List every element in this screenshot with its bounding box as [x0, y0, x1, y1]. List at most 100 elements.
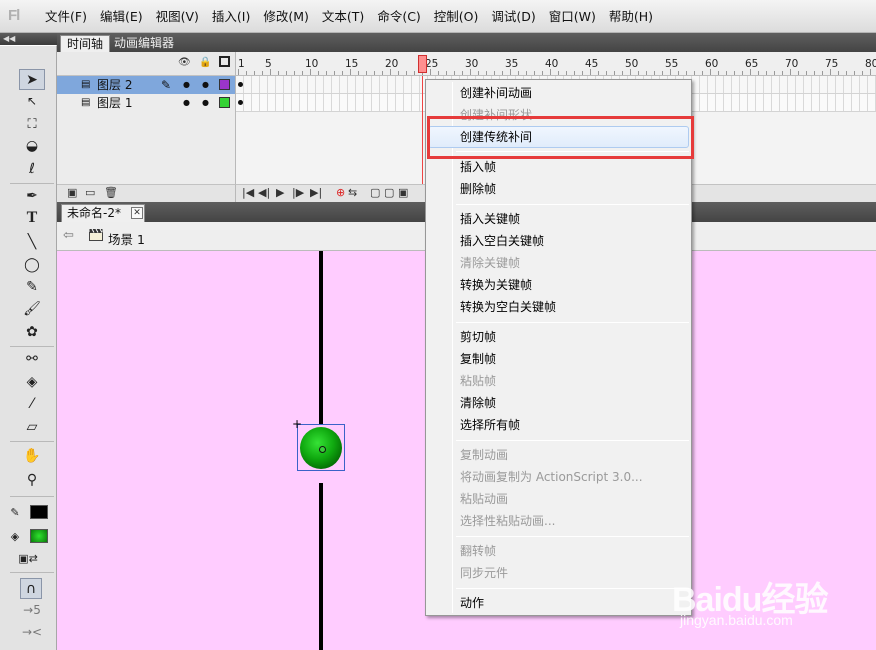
menu-view[interactable]: 视图(V) [151, 7, 205, 27]
new-folder-icon[interactable]: ▭ [85, 186, 95, 199]
lock-dot[interactable]: ● [202, 94, 209, 112]
scene-label[interactable]: 场景 1 [108, 229, 145, 248]
menu-debug[interactable]: 调试(D) [486, 7, 541, 27]
menu-copy-motion[interactable]: 复制动画 [428, 444, 689, 466]
paint-bucket-icon[interactable]: ◈ [19, 372, 45, 393]
lock-icon[interactable]: 🔒 [199, 57, 211, 68]
menu-synchronize-symbols[interactable]: 同步元件 [428, 562, 689, 584]
layer-color-swatch[interactable] [219, 97, 230, 108]
menu-edit[interactable]: 编辑(E) [95, 7, 149, 27]
menu-file[interactable]: 文件(F) [40, 7, 93, 27]
keyframe[interactable] [238, 100, 243, 105]
bone-tool-icon[interactable]: ⚯ [19, 349, 45, 370]
straighten-icon[interactable]: →< [19, 622, 45, 643]
onion-skin-icon[interactable]: ▢ [370, 186, 380, 199]
menu-separator [456, 440, 689, 441]
eraser-icon[interactable]: ▱ [19, 417, 45, 438]
menu-select-all-frames[interactable]: 选择所有帧 [428, 414, 689, 436]
menu-commands[interactable]: 命令(C) [372, 7, 426, 27]
text-tool-icon[interactable]: T [19, 209, 45, 230]
menu-convert-to-keyframes[interactable]: 转换为关键帧 [428, 274, 689, 296]
menu-text[interactable]: 文本(T) [317, 7, 370, 27]
eyedropper-icon[interactable]: ⁄ [19, 394, 45, 415]
green-ball[interactable] [300, 427, 342, 469]
brush-tool-icon[interactable]: 🖌 [19, 299, 45, 320]
menu-convert-to-blank-keyframes[interactable]: 转换为空白关键帧 [428, 296, 689, 318]
prev-frame-icon[interactable]: ◀| [258, 186, 270, 199]
menu-modify[interactable]: 修改(M) [258, 7, 315, 27]
lasso-tool-icon[interactable]: ℓ [19, 159, 45, 180]
menu-items: 文件(F) 编辑(E) 视图(V) 插入(I) 修改(M) 文本(T) 命令(C… [40, 0, 661, 33]
subselection-tool-icon[interactable]: ↖ [19, 91, 45, 112]
outline-icon[interactable] [219, 56, 230, 67]
menu-insert-frame[interactable]: 插入帧 [428, 156, 689, 178]
play-icon[interactable]: ▶ [276, 186, 284, 199]
menu-paste-motion[interactable]: 粘贴动画 [428, 488, 689, 510]
swap-colors-icon[interactable]: ▣⇄ [10, 548, 46, 569]
layer-color-swatch[interactable] [219, 79, 230, 90]
line-tool-icon[interactable]: ╲ [19, 232, 45, 253]
menu-reverse-frames[interactable]: 翻转帧 [428, 540, 689, 562]
new-layer-icon[interactable]: ▣ [67, 186, 77, 199]
deco-tool-icon[interactable]: ✿ [19, 322, 45, 343]
document-tab[interactable]: 未命名-2* ✕ [61, 204, 145, 222]
fill-color-swatch[interactable] [30, 529, 48, 543]
menu-window[interactable]: 窗口(W) [544, 7, 602, 27]
menu-cut-frames[interactable]: 剪切帧 [428, 326, 689, 348]
ball-selection-box[interactable] [297, 424, 345, 471]
next-frame-icon[interactable]: |▶ [292, 186, 304, 199]
menu-help[interactable]: 帮助(H) [604, 7, 659, 27]
free-transform-tool-icon[interactable]: ⛶ [19, 114, 45, 135]
back-arrow-icon[interactable]: ⇦ [63, 228, 74, 243]
menu-insert[interactable]: 插入(I) [207, 7, 256, 27]
menu-insert-blank-keyframe[interactable]: 插入空白关键帧 [428, 230, 689, 252]
transform-point[interactable] [319, 446, 326, 453]
pen-tool-icon[interactable]: ✒ [19, 186, 45, 207]
keyframe[interactable] [238, 82, 243, 87]
3d-rotation-tool-icon[interactable]: ◒ [19, 136, 45, 157]
menu-copy-frames[interactable]: 复制帧 [428, 348, 689, 370]
menu-actions[interactable]: 动作 [428, 592, 689, 614]
tool-divider [10, 346, 54, 347]
hand-tool-icon[interactable]: ✋ [19, 446, 45, 467]
zoom-tool-icon[interactable]: ⚲ [19, 470, 45, 491]
delete-layer-icon[interactable]: 🗑 [104, 186, 118, 199]
tab-motion-editor[interactable]: 动画编辑器 [108, 35, 180, 52]
eye-icon[interactable]: 👁 [178, 57, 191, 68]
last-frame-icon[interactable]: ▶| [310, 186, 322, 199]
menu-insert-keyframe[interactable]: 插入关键帧 [428, 208, 689, 230]
menu-control[interactable]: 控制(O) [429, 7, 485, 27]
frame-ruler[interactable]: 1 5 10 15 20 25 30 35 40 45 50 55 60 65 70 75 80 [235, 52, 876, 76]
center-frame-icon[interactable]: ⊕ [336, 186, 345, 199]
loop-icon[interactable]: ⇆ [348, 186, 357, 199]
lock-dot[interactable]: ● [202, 76, 209, 94]
menu-create-motion-tween[interactable]: 创建补间动画 [428, 82, 689, 104]
menu-copy-motion-as-as3[interactable]: 将动画复制为 ActionScript 3.0... [428, 466, 689, 488]
smooth-icon[interactable]: →5 [19, 600, 45, 621]
layer-row-1[interactable]: ▤ 图层 1 ● ● [57, 94, 235, 112]
menu-clear-keyframe[interactable]: 清除关键帧 [428, 252, 689, 274]
menu-paste-motion-special[interactable]: 选择性粘贴动画... [428, 510, 689, 532]
vertical-line-bottom[interactable] [319, 483, 323, 650]
selection-tool-icon[interactable]: ➤ [19, 69, 45, 90]
snap-to-objects-icon[interactable]: ∩ [20, 578, 42, 599]
layer-row-2[interactable]: ▤ 图层 2 ✎ ● ● [57, 76, 235, 94]
menu-clear-frames[interactable]: 清除帧 [428, 392, 689, 414]
onion-outline-icon[interactable]: ▢ [384, 186, 394, 199]
vertical-line-top[interactable] [319, 251, 323, 424]
collapse-icon[interactable]: ◀◀ [3, 33, 15, 45]
oval-tool-icon[interactable]: ◯ [19, 255, 45, 276]
menu-paste-frames[interactable]: 粘贴帧 [428, 370, 689, 392]
ruler-tick [734, 71, 735, 75]
menu-remove-frames[interactable]: 删除帧 [428, 178, 689, 200]
close-icon[interactable]: ✕ [131, 207, 143, 219]
visibility-dot[interactable]: ● [183, 76, 190, 94]
playhead[interactable] [418, 55, 427, 73]
tab-timeline[interactable]: 时间轴 [60, 35, 111, 52]
pencil-tool-icon[interactable]: ✎ [19, 277, 45, 298]
ruler-tick [526, 71, 527, 75]
stroke-color-swatch[interactable] [30, 505, 48, 519]
edit-multiple-frames-icon[interactable]: ▣ [398, 186, 408, 199]
first-frame-icon[interactable]: |◀ [242, 186, 254, 199]
visibility-dot[interactable]: ● [183, 94, 190, 112]
